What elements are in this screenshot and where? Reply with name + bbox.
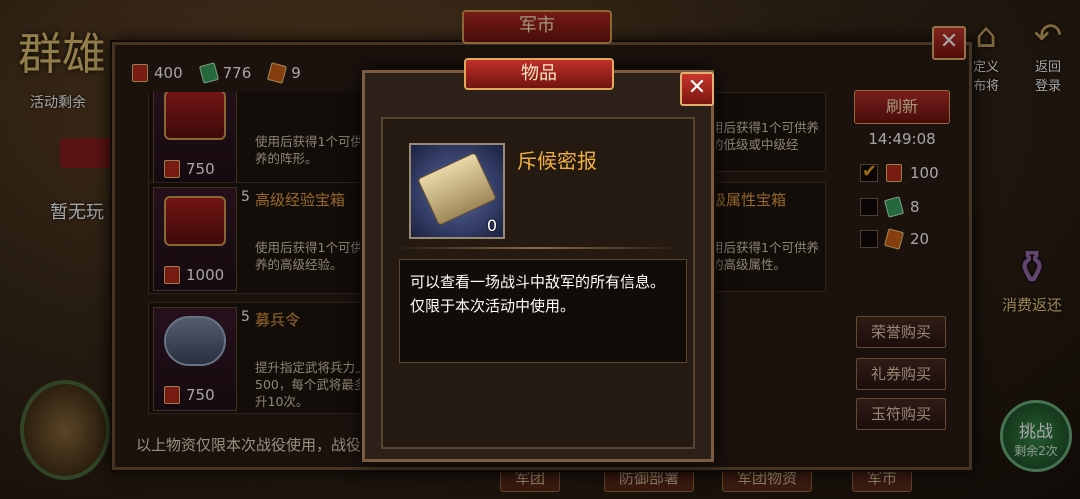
divider [393,247,683,249]
close-icon: ✕ [687,75,707,100]
item-detail-name: 斥候密报 [517,149,597,173]
item-detail-modal: 0 斥候密报 可以查看一场战斗中敌军的所有信息。仅限于本次活动中使用。 [362,70,714,462]
item-detail-description: 可以查看一场战斗中敌军的所有信息。仅限于本次活动中使用。 [399,259,687,363]
scroll-icon [417,151,497,227]
item-detail-quantity: 0 [486,216,497,235]
item-detail-close-button[interactable]: ✕ [680,72,714,106]
item-detail-icon: 0 [409,143,505,239]
item-detail-body: 0 斥候密报 可以查看一场战斗中敌军的所有信息。仅限于本次活动中使用。 [381,117,695,449]
item-detail-title: 物品 [464,58,614,90]
